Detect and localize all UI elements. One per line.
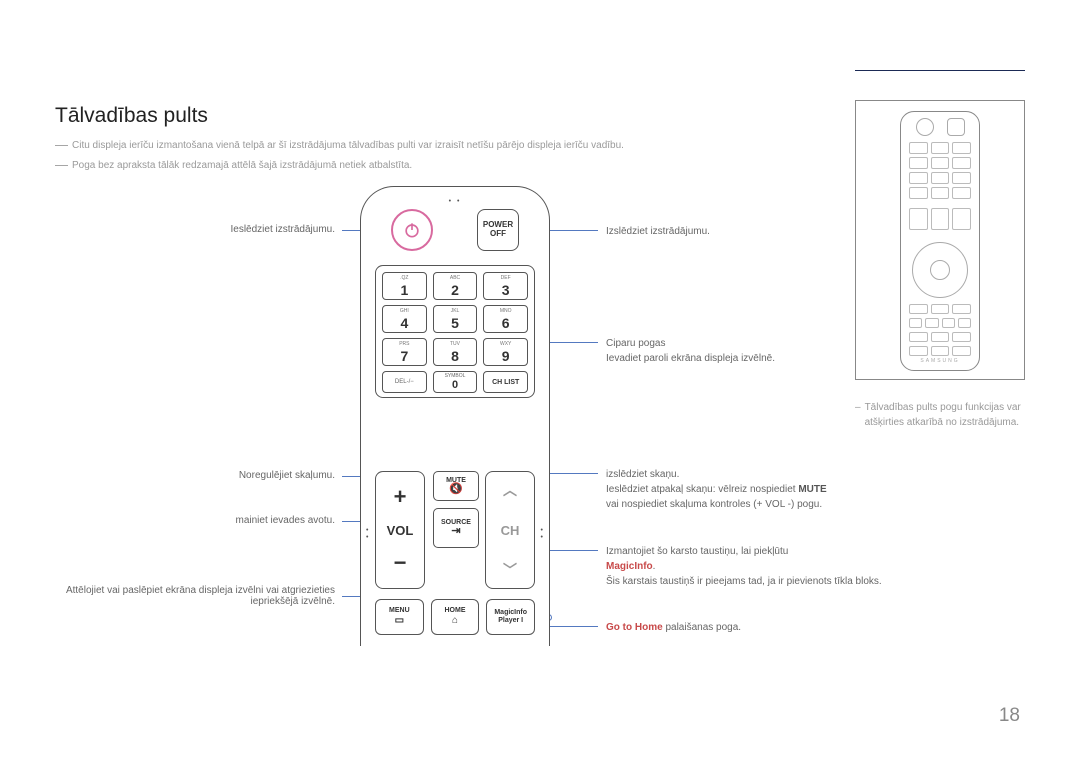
header-rule (855, 70, 1025, 71)
label-power-on: Ieslēdziet izstrādājumu. (55, 224, 335, 235)
mute-c: vai nospiediet skaļuma kontroles (+ VOL … (606, 499, 822, 510)
plus-icon: + (394, 484, 407, 510)
magicinfo-button: MagicInfo Player I (486, 599, 535, 635)
key-chlist: CH LIST (483, 371, 528, 393)
home-post: palaišanas poga. (663, 622, 741, 633)
label-volume: Noregulējiet skaļumu. (55, 470, 335, 481)
label-source: mainiet ievades avotu. (55, 515, 335, 526)
chevron-up-icon: ︿ (503, 480, 517, 500)
minus-icon: − (394, 550, 407, 576)
mini-numpad (909, 142, 971, 199)
page-title: Tālvadības pults (55, 104, 208, 128)
power-off-button: POWER OFF (477, 209, 519, 251)
vol-label: VOL (387, 523, 414, 538)
label-menu: Attēlojiet vai paslēpiet ekrāna displeja… (55, 585, 335, 607)
key-4: GHI4 (382, 305, 427, 333)
key-3: DEF3 (483, 272, 528, 300)
magic-dot: . (653, 561, 656, 572)
key-9: WXY9 (483, 338, 528, 366)
source-icon: ⇥ (451, 526, 460, 537)
mute-button: MUTE 🔇 (433, 471, 479, 501)
mini-brand: SAMSUNG (901, 358, 979, 364)
menu-icon: ▭ (395, 615, 404, 627)
key-del: DEL-/− (382, 371, 427, 393)
ch-label: CH (501, 523, 520, 538)
leader (548, 550, 598, 551)
top-notes: ―Citu displeja ierīču izmantošana vienā … (55, 138, 624, 178)
home-red: Go to Home (606, 622, 663, 633)
mini-remote: SAMSUNG (900, 111, 980, 371)
digits-a: Ciparu pogas (606, 338, 665, 349)
mini-poweroff (947, 118, 965, 136)
mute-b-pre: Ieslēdziet atpakaļ skaņu: vēlreiz nospie… (606, 484, 798, 495)
power-icon (402, 220, 422, 240)
mini-power (916, 118, 934, 136)
label-magicinfo: Izmantojiet šo karsto taustiņu, lai piek… (606, 544, 896, 589)
key-6: MNO6 (483, 305, 528, 333)
number-pad: .QZ1 ABC2 DEF3 GHI4 JKL5 MNO6 PRS7 TUV8 … (375, 265, 535, 398)
magic-link: MagicInfo (606, 561, 653, 572)
mini-dpad (912, 242, 968, 298)
chevron-down-icon: ﹀ (503, 560, 517, 580)
grip-dots: •• (541, 527, 544, 541)
digits-b: Ievadiet paroli ekrāna displeja izvēlnē. (606, 353, 775, 364)
menu-button: MENU ▭ (375, 599, 424, 635)
source-button: SOURCE ⇥ (433, 508, 479, 548)
note-1: Citu displeja ierīču izmantošana vienā t… (72, 138, 624, 154)
ir-dots: • • (449, 198, 462, 205)
label-power-off: Izslēdziet izstrādājumu. (606, 224, 866, 239)
magic-b: Šis karstais taustiņš ir pieejams tad, j… (606, 576, 882, 587)
page-number: 18 (999, 705, 1020, 727)
label-mute: izslēdziet skaņu. Ieslēdziet atpakaļ ska… (606, 467, 906, 512)
key-1: .QZ1 (382, 272, 427, 300)
label-home: Go to Home palaišanas poga. (606, 620, 866, 635)
mini-remote-frame: SAMSUNG (855, 100, 1025, 380)
remote-diagram: • • POWER OFF .QZ1 ABC2 DEF3 GHI4 JKL5 M… (360, 186, 550, 646)
home-icon: ⌂ (452, 615, 458, 627)
key-7: PRS7 (382, 338, 427, 366)
mute-icon: 🔇 (449, 484, 463, 495)
magic-a: Izmantojiet šo karsto taustiņu, lai piek… (606, 546, 788, 557)
grip-dots: •• (366, 527, 369, 541)
bottom-row: MENU ▭ HOME ⌂ MagicInfo Player I (375, 599, 535, 635)
mute-bold: MUTE (798, 484, 826, 495)
power-on-button (391, 209, 433, 251)
key-0: SYMBOL0 (433, 371, 478, 393)
home-button: HOME ⌂ (431, 599, 480, 635)
power-off-b: OFF (490, 230, 506, 239)
key-8: TUV8 (433, 338, 478, 366)
side-note: –Tālvadības pults pogu funkcijas var atš… (855, 400, 1025, 430)
volume-rocker: + VOL − (375, 471, 425, 589)
note-2: Poga bez apraksta tālāk redzamajā attēlā… (72, 158, 412, 174)
channel-rocker: ︿ CH ﹀ (485, 471, 535, 589)
mid-column: MUTE 🔇 SOURCE ⇥ (433, 471, 479, 555)
key-5: JKL5 (433, 305, 478, 333)
mute-a: izslēdziet skaņu. (606, 469, 679, 480)
key-2: ABC2 (433, 272, 478, 300)
label-digits: Ciparu pogas Ievadiet paroli ekrāna disp… (606, 336, 866, 366)
